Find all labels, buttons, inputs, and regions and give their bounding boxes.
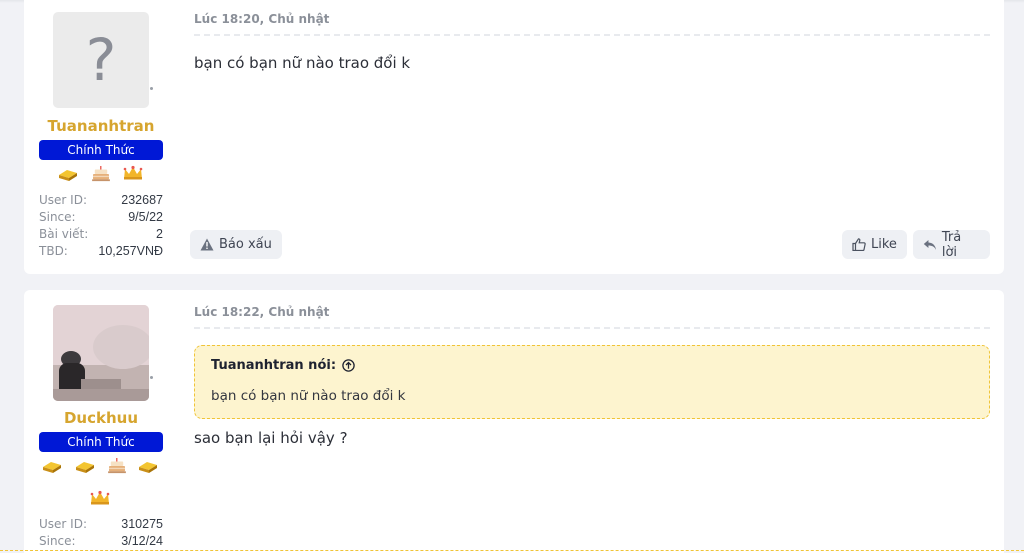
gold-bar-icon[interactable] [57, 166, 79, 182]
post-card: ? Tuananhtran Chính Thức User ID: 232687… [24, 0, 1004, 274]
stat-row: Since: 3/12/24 [39, 533, 163, 550]
post-message: sao bạn lại hỏi vậy ? [194, 429, 348, 447]
avatar-photo-image [53, 305, 149, 401]
username[interactable]: Duckhuu [38, 409, 164, 427]
post-message: bạn có bạn nữ nào trao đổi k [194, 54, 411, 72]
user-stats: User ID: 310275 Since: 3/12/24 [39, 516, 163, 550]
report-button[interactable]: Báo xấu [190, 230, 282, 259]
quote-block: Tuananhtran nói: bạn có bạn nữ nào trao … [194, 345, 990, 419]
crown-icon[interactable] [89, 490, 111, 506]
post-timestamp[interactable]: Lúc 18:20, Chủ nhật [194, 12, 329, 26]
stat-value: 9/5/22 [128, 210, 163, 224]
online-status-dot [150, 87, 153, 90]
cake-icon[interactable] [90, 166, 112, 182]
divider [194, 327, 990, 329]
stat-row: Bài viết: 2 [39, 226, 163, 243]
quote-text: bạn có bạn nữ nào trao đổi k [211, 388, 406, 404]
warning-icon [200, 238, 214, 251]
quote-author-label: Tuananhtran nói: [211, 358, 337, 373]
stat-value: 232687 [121, 193, 163, 207]
like-label: Like [871, 237, 897, 252]
cake-icon[interactable] [106, 458, 128, 474]
gold-bar-icon[interactable] [41, 458, 63, 474]
post-timestamp[interactable]: Lúc 18:22, Chủ nhật [194, 305, 329, 319]
stat-value: 310275 [121, 517, 163, 531]
avatar-placeholder-glyph: ? [85, 26, 117, 94]
stat-label: User ID: [39, 193, 87, 207]
stat-label: Since: [39, 210, 76, 224]
divider [194, 34, 990, 36]
crown-icon[interactable] [122, 165, 144, 181]
gold-bar-icon[interactable] [137, 458, 159, 474]
avatar[interactable] [53, 305, 149, 401]
stat-label: Bài viết: [39, 227, 89, 241]
stat-label: Since: [39, 534, 76, 548]
reply-button[interactable]: Trả lời [913, 229, 990, 260]
stat-value: 10,257VNĐ [98, 244, 163, 258]
reply-label: Trả lời [941, 229, 962, 260]
stat-row: User ID: 310275 [39, 516, 163, 533]
report-label: Báo xấu [219, 237, 272, 252]
post-card: Duckhuu Chính Thức User ID: 310275 Since… [24, 290, 1004, 553]
arrow-up-circle-icon[interactable] [342, 359, 355, 372]
gold-bar-icon[interactable] [74, 458, 96, 474]
stat-row: User ID: 232687 [39, 192, 163, 209]
stat-label: TBD: [39, 244, 68, 258]
online-status-dot [150, 376, 153, 379]
avatar[interactable]: ? [53, 12, 149, 108]
reply-icon [923, 239, 937, 250]
stat-value: 2 [156, 227, 163, 241]
stat-row: TBD: 10,257VNĐ [39, 243, 163, 260]
user-stats: User ID: 232687 Since: 9/5/22 Bài viết: … [39, 192, 163, 260]
username[interactable]: Tuananhtran [38, 117, 164, 135]
stat-label: User ID: [39, 517, 87, 531]
bottom-dashed-border [0, 550, 1024, 551]
rank-badge: Chính Thức [39, 432, 163, 452]
like-button[interactable]: Like [842, 230, 907, 259]
rank-badge: Chính Thức [39, 140, 163, 160]
thumbs-up-icon [852, 238, 866, 251]
quote-author[interactable]: Tuananhtran nói: [211, 358, 355, 373]
stat-row: Since: 9/5/22 [39, 209, 163, 226]
stat-value: 3/12/24 [121, 534, 163, 548]
